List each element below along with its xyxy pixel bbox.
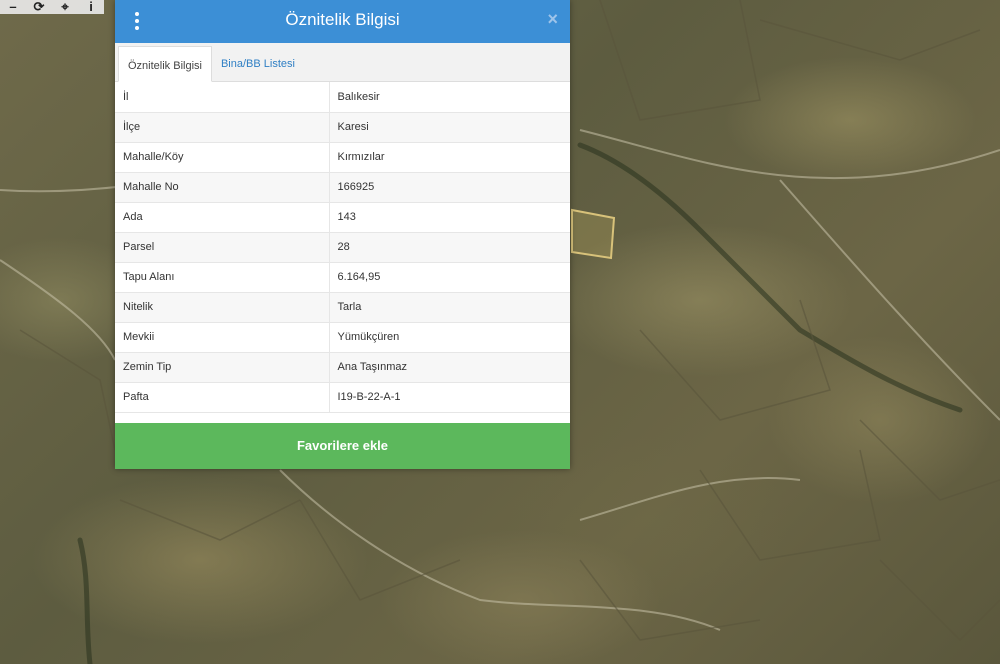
- attribute-value: Balıkesir: [329, 82, 570, 113]
- attribute-info-dialog: Öznitelik Bilgisi × Öznitelik Bilgisi Bi…: [115, 0, 570, 469]
- attribute-value: Yümükçüren: [329, 322, 570, 353]
- attribute-value: Ana Taşınmaz: [329, 352, 570, 383]
- attribute-key: Parsel: [115, 232, 330, 263]
- refresh-icon[interactable]: ⟳: [26, 0, 52, 14]
- attribute-key: Zemin Tip: [115, 352, 330, 383]
- table-row: Zemin Tip Ana Taşınmaz: [115, 352, 570, 383]
- attribute-value: 28: [329, 232, 570, 263]
- table-row: Nitelik Tarla: [115, 292, 570, 323]
- attribute-key: İl: [115, 82, 330, 113]
- crosshair-icon[interactable]: ⌖: [52, 0, 78, 14]
- table-row: Mahalle/Köy Kırmızılar: [115, 142, 570, 173]
- table-row: Mahalle No 166925: [115, 172, 570, 203]
- add-to-favorites-button[interactable]: Favorilere ekle: [115, 423, 570, 469]
- info-icon[interactable]: i: [78, 0, 104, 14]
- table-row: Mevkii Yümükçüren: [115, 322, 570, 353]
- attribute-key: Ada: [115, 202, 330, 233]
- dialog-header: Öznitelik Bilgisi ×: [115, 0, 570, 43]
- table-row: Tapu Alanı 6.164,95: [115, 262, 570, 293]
- table-row: Parsel 28: [115, 232, 570, 263]
- attribute-key: Nitelik: [115, 292, 330, 323]
- close-icon[interactable]: ×: [547, 9, 558, 30]
- minus-icon[interactable]: –: [0, 0, 26, 14]
- table-row: İlçe Karesi: [115, 112, 570, 143]
- map-toolbar: – ⟳ ⌖ i: [0, 0, 104, 14]
- attribute-key: Tapu Alanı: [115, 262, 330, 293]
- table-row: Ada 143: [115, 202, 570, 233]
- attribute-value: 166925: [329, 172, 570, 203]
- table-row: İl Balıkesir: [115, 82, 570, 113]
- attribute-value: Tarla: [329, 292, 570, 323]
- attribute-value: 143: [329, 202, 570, 233]
- dialog-tabs: Öznitelik Bilgisi Bina/BB Listesi: [115, 43, 570, 82]
- attribute-key: Mevkii: [115, 322, 330, 353]
- table-row: Pafta I19-B-22-A-1: [115, 382, 570, 413]
- attribute-value: 6.164,95: [329, 262, 570, 293]
- attribute-value: Kırmızılar: [329, 142, 570, 173]
- dialog-title: Öznitelik Bilgisi: [285, 10, 400, 29]
- attribute-table: İl Balıkesir İlçe Karesi Mahalle/Köy Kırmız…: [115, 82, 570, 413]
- attribute-key: İlçe: [115, 112, 330, 143]
- attribute-key: Mahalle No: [115, 172, 330, 203]
- attribute-key: Pafta: [115, 382, 330, 413]
- attribute-value: I19-B-22-A-1: [329, 382, 570, 413]
- tab-attribute-info[interactable]: Öznitelik Bilgisi: [118, 46, 212, 82]
- attribute-key: Mahalle/Köy: [115, 142, 330, 173]
- attribute-value: Karesi: [329, 112, 570, 143]
- tab-building-list[interactable]: Bina/BB Listesi: [212, 45, 304, 81]
